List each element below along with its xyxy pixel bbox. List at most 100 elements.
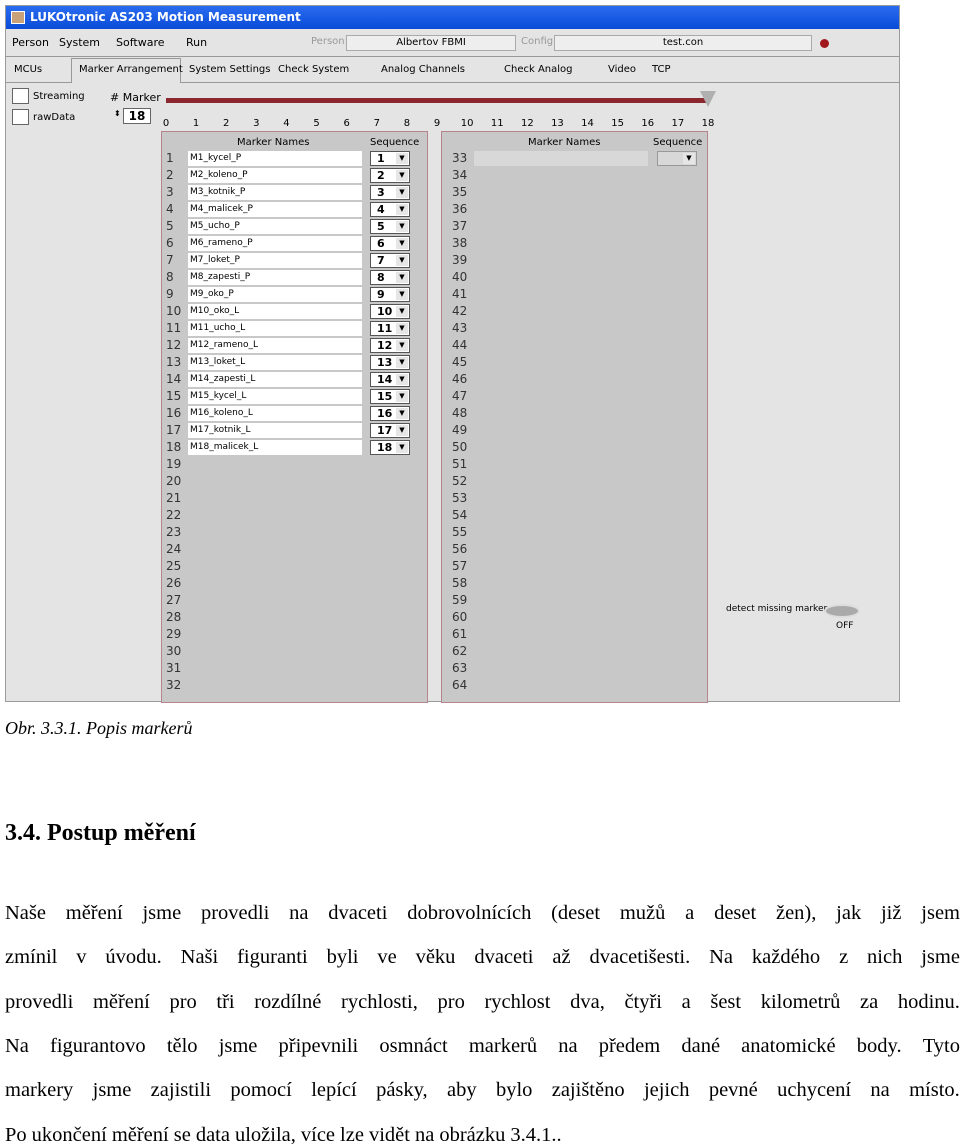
tab-check-system[interactable]: Check System (278, 64, 349, 75)
sequence-select[interactable]: 14 ▼ (370, 372, 410, 387)
sequence-select[interactable]: ▼ (657, 151, 697, 166)
chevron-down-icon[interactable]: ▼ (396, 306, 408, 317)
row-number: 53 (452, 491, 468, 505)
config-field[interactable]: test.con (554, 35, 812, 51)
chevron-down-icon[interactable]: ▼ (396, 221, 408, 232)
sequence-select[interactable]: 12 ▼ (370, 338, 410, 353)
chevron-down-icon[interactable]: ▼ (396, 357, 408, 368)
sequence-select[interactable]: 1 ▼ (370, 151, 410, 166)
marker-name-input[interactable]: M4_malicek_P (188, 202, 362, 217)
marker-row: 10 M10_oko_L 10 ▼ (162, 303, 427, 320)
sequence-select[interactable]: 6 ▼ (370, 236, 410, 251)
sequence-select[interactable]: 4 ▼ (370, 202, 410, 217)
slider-tick-label: 14 (581, 118, 594, 129)
marker-name-input[interactable]: M6_rameno_P (188, 236, 362, 251)
streaming-checkbox[interactable] (12, 88, 29, 104)
chevron-down-icon[interactable]: ▼ (396, 442, 408, 453)
marker-name-input[interactable]: M16_koleno_L (188, 406, 362, 421)
menu-run[interactable]: Run (186, 36, 207, 49)
chevron-down-icon[interactable]: ▼ (683, 153, 695, 164)
marker-name-input[interactable]: M3_kotnik_P (188, 185, 362, 200)
chevron-down-icon[interactable]: ▼ (396, 238, 408, 249)
sequence-select[interactable]: 3 ▼ (370, 185, 410, 200)
marker-names-header: Marker Names (528, 137, 601, 148)
spinner-arrows-icon[interactable]: ⬍ (114, 109, 121, 118)
chevron-down-icon[interactable]: ▼ (396, 289, 408, 300)
detect-missing-toggle[interactable] (824, 604, 860, 618)
sequence-select[interactable]: 11 ▼ (370, 321, 410, 336)
tab-mcus[interactable]: MCUs (14, 64, 42, 75)
tab-check-analog[interactable]: Check Analog (504, 64, 573, 75)
marker-row: 50 (442, 439, 707, 456)
menu-software[interactable]: Software (116, 36, 165, 49)
chevron-down-icon[interactable]: ▼ (396, 323, 408, 334)
chevron-down-icon[interactable]: ▼ (396, 391, 408, 402)
marker-count-input[interactable]: 18 (123, 108, 151, 124)
row-number: 30 (166, 644, 182, 658)
tab-analog-channels[interactable]: Analog Channels (381, 64, 465, 75)
menu-system[interactable]: System (59, 36, 100, 49)
marker-name-input[interactable]: M15_kycel_L (188, 389, 362, 404)
chevron-down-icon[interactable]: ▼ (396, 425, 408, 436)
row-number: 12 (166, 338, 182, 352)
slider-tick-label: 4 (283, 118, 290, 129)
marker-name-input[interactable]: M8_zapesti_P (188, 270, 362, 285)
tab-tcp[interactable]: TCP (652, 64, 671, 75)
marker-name-input[interactable]: M5_ucho_P (188, 219, 362, 234)
row-number: 6 (166, 236, 174, 250)
chevron-down-icon[interactable]: ▼ (396, 187, 408, 198)
marker-row: 4 M4_malicek_P 4 ▼ (162, 201, 427, 218)
marker-name-input[interactable] (474, 151, 648, 166)
chevron-down-icon[interactable]: ▼ (396, 272, 408, 283)
marker-slider-track[interactable] (166, 98, 708, 103)
chevron-down-icon[interactable]: ▼ (396, 170, 408, 181)
slider-tick-label: 0 (162, 118, 170, 129)
row-number: 44 (452, 338, 468, 352)
chevron-down-icon[interactable]: ▼ (396, 408, 408, 419)
sequence-select[interactable]: 10 ▼ (370, 304, 410, 319)
sequence-select[interactable]: 8 ▼ (370, 270, 410, 285)
slider-tick-label: 7 (373, 118, 380, 129)
tab-marker-arrangement[interactable]: Marker Arrangement (79, 64, 183, 75)
slider-tick-label: 5 (313, 118, 320, 129)
menu-person[interactable]: Person (12, 36, 49, 49)
chevron-down-icon[interactable]: ▼ (396, 340, 408, 351)
row-number: 64 (452, 678, 468, 692)
tab-system-settings[interactable]: System Settings (189, 64, 270, 75)
marker-name-input[interactable]: M2_koleno_P (188, 168, 362, 183)
marker-name-input[interactable]: M9_oko_P (188, 287, 362, 302)
marker-row: 38 (442, 235, 707, 252)
sequence-select[interactable]: 7 ▼ (370, 253, 410, 268)
row-number: 46 (452, 372, 468, 386)
marker-name-input[interactable]: M17_kotnik_L (188, 423, 362, 438)
chevron-down-icon[interactable]: ▼ (396, 374, 408, 385)
sequence-select[interactable]: 16 ▼ (370, 406, 410, 421)
marker-slider-thumb[interactable] (700, 91, 716, 107)
marker-name-input[interactable]: M12_rameno_L (188, 338, 362, 353)
tab-video[interactable]: Video (608, 64, 636, 75)
marker-row: 21 (162, 490, 427, 507)
person-field[interactable]: Albertov FBMI (346, 35, 516, 51)
marker-name-input[interactable]: M7_loket_P (188, 253, 362, 268)
marker-row: 55 (442, 524, 707, 541)
chevron-down-icon[interactable]: ▼ (396, 204, 408, 215)
marker-name-input[interactable]: M14_zapesti_L (188, 372, 362, 387)
marker-name-input[interactable]: M11_ucho_L (188, 321, 362, 336)
sequence-select[interactable]: 13 ▼ (370, 355, 410, 370)
sequence-select[interactable]: 15 ▼ (370, 389, 410, 404)
marker-row: 26 (162, 575, 427, 592)
sequence-select[interactable]: 2 ▼ (370, 168, 410, 183)
chevron-down-icon[interactable]: ▼ (396, 255, 408, 266)
sequence-select[interactable]: 5 ▼ (370, 219, 410, 234)
sequence-select[interactable]: 17 ▼ (370, 423, 410, 438)
marker-name-input[interactable]: M13_loket_L (188, 355, 362, 370)
marker-name-input[interactable]: M10_oko_L (188, 304, 362, 319)
sequence-select[interactable]: 18 ▼ (370, 440, 410, 455)
rawdata-checkbox[interactable] (12, 109, 29, 125)
marker-row: 2 M2_koleno_P 2 ▼ (162, 167, 427, 184)
chevron-down-icon[interactable]: ▼ (396, 153, 408, 164)
row-number: 1 (166, 151, 174, 165)
marker-name-input[interactable]: M1_kycel_P (188, 151, 362, 166)
sequence-select[interactable]: 9 ▼ (370, 287, 410, 302)
marker-name-input[interactable]: M18_malicek_L (188, 440, 362, 455)
